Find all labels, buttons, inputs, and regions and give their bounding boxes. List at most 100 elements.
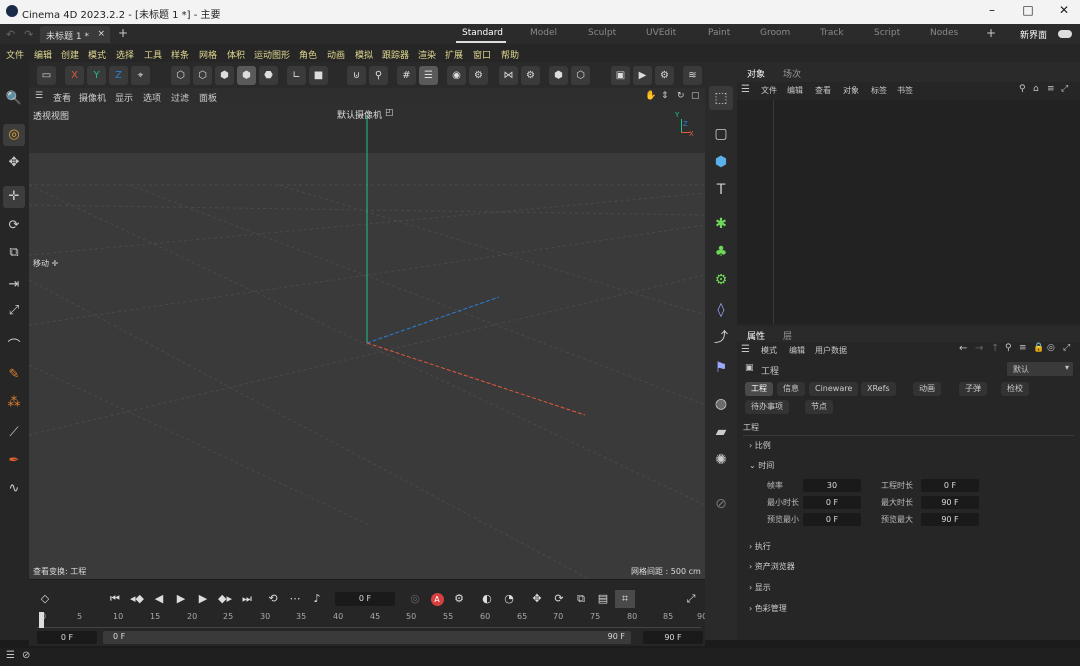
chip-xrefs[interactable]: XRefs bbox=[861, 382, 896, 396]
chip-ca[interactable]: 检校 bbox=[1001, 382, 1029, 396]
field-icon[interactable]: ⚑ bbox=[709, 356, 733, 380]
layout-uvedit[interactable]: UVEdit bbox=[646, 28, 676, 38]
layout-paint[interactable]: Paint bbox=[708, 28, 730, 38]
objects-menu-edit[interactable]: 编辑 bbox=[787, 85, 803, 96]
menu-mograph[interactable]: 运动图形 bbox=[254, 48, 290, 61]
menu-volume[interactable]: 体积 bbox=[227, 48, 245, 61]
objects-menu-icon[interactable]: ☰ bbox=[741, 84, 750, 95]
status-info-icon[interactable]: ⊘ bbox=[22, 650, 30, 661]
text-icon[interactable]: T bbox=[709, 178, 733, 202]
attr-search-icon[interactable]: ⚲ bbox=[1005, 343, 1012, 353]
snap-icon[interactable]: ⊍ bbox=[347, 66, 366, 85]
settings-icon[interactable]: ◎ bbox=[1047, 343, 1055, 353]
dolly-icon[interactable]: ⇕ bbox=[661, 91, 669, 101]
goto-start-button[interactable]: ⏮ bbox=[105, 590, 125, 608]
toggle-switch[interactable] bbox=[1058, 30, 1072, 38]
attributes-menu-mode[interactable]: 模式 bbox=[761, 345, 777, 356]
menu-create[interactable]: 创建 bbox=[61, 48, 79, 61]
back-icon[interactable]: ← bbox=[959, 343, 967, 354]
next-frame-button[interactable]: ▶ bbox=[193, 590, 213, 608]
z-axis-lock[interactable]: Z bbox=[109, 66, 128, 85]
model-mode-icon[interactable]: ▭ bbox=[37, 66, 56, 85]
menu-spline[interactable]: 样条 bbox=[171, 48, 189, 61]
goto-end-button[interactable]: ⏭ bbox=[237, 590, 257, 608]
timeline-ruler[interactable]: 0 5 10 15 20 25 30 35 40 45 50 55 60 65 … bbox=[37, 612, 707, 628]
add-layout-icon[interactable]: + bbox=[986, 26, 996, 40]
mograph-icon[interactable]: ♣ bbox=[709, 240, 733, 264]
magnet-icon[interactable]: ⌒ bbox=[3, 336, 25, 358]
maximize-view-icon[interactable]: ▢ bbox=[691, 91, 700, 101]
menu-tools[interactable]: 工具 bbox=[144, 48, 162, 61]
group-asset-browser[interactable]: › 资产浏览器 bbox=[749, 561, 795, 572]
render-picture-icon[interactable]: ▶ bbox=[633, 66, 652, 85]
layout-standard[interactable]: Standard bbox=[462, 28, 503, 38]
menu-edit[interactable]: 编辑 bbox=[34, 48, 52, 61]
render-settings-icon[interactable]: ⚙ bbox=[655, 66, 674, 85]
chip-bullet[interactable]: 子弹 bbox=[959, 382, 987, 396]
objects-menu-object[interactable]: 对象 bbox=[843, 85, 859, 96]
scale-icon[interactable]: ⧉ bbox=[3, 242, 25, 264]
pan-icon[interactable]: ✋ bbox=[645, 91, 656, 101]
loop-button[interactable]: ⟲ bbox=[263, 590, 283, 608]
range-end-field[interactable]: 90 F bbox=[643, 631, 703, 644]
render-region-icon[interactable]: ⬚ bbox=[709, 86, 733, 110]
layout-nodes[interactable]: Nodes bbox=[930, 28, 958, 38]
record-keys-button[interactable]: ◎ bbox=[405, 590, 425, 608]
paint-icon[interactable]: ⁂ bbox=[3, 392, 25, 414]
prev-key-button[interactable]: ◂◆ bbox=[127, 590, 147, 608]
group-execute[interactable]: › 执行 bbox=[749, 541, 771, 552]
prev-frame-button[interactable]: ◀ bbox=[149, 590, 169, 608]
layout-sculpt[interactable]: Sculpt bbox=[588, 28, 616, 38]
menu-help[interactable]: 帮助 bbox=[501, 48, 519, 61]
soft-selection-icon[interactable]: ◉ bbox=[447, 66, 466, 85]
knife-icon[interactable]: ✎ bbox=[3, 364, 25, 386]
attributes-menu-edit[interactable]: 编辑 bbox=[789, 345, 805, 356]
points-mode-icon[interactable]: ⬡ bbox=[171, 66, 190, 85]
viewport[interactable]: 透视视图 默认摄像机 ◰ Y Z X 移动 ✛ 查看变换: 工程 网格间距 : … bbox=[29, 105, 705, 579]
group-display[interactable]: › 显示 bbox=[749, 582, 771, 593]
new-window-icon[interactable]: ⤢ bbox=[1063, 343, 1070, 353]
chip-nodes[interactable]: 节点 bbox=[805, 400, 833, 414]
edges-mode-icon[interactable]: ⬡ bbox=[193, 66, 212, 85]
search-icon[interactable]: 🔍 bbox=[3, 88, 25, 110]
key-param-button[interactable]: ▤ bbox=[593, 590, 613, 608]
light-icon[interactable]: ✺ bbox=[709, 448, 733, 472]
motion-record-button[interactable]: ◐ bbox=[477, 590, 497, 608]
tab-layers[interactable]: 层 bbox=[783, 329, 792, 342]
menu-mesh[interactable]: 网格 bbox=[199, 48, 217, 61]
sound-button[interactable]: ♪ bbox=[307, 590, 327, 608]
min-time-field[interactable]: 0 F bbox=[803, 496, 861, 509]
layout-script[interactable]: Script bbox=[874, 28, 900, 38]
viewport-menu-icon[interactable]: ☰ bbox=[35, 91, 43, 101]
live-selection-icon[interactable]: ◎ bbox=[3, 124, 25, 146]
objects-menu-view[interactable]: 查看 bbox=[815, 85, 831, 96]
auto-key-button[interactable]: A bbox=[427, 590, 447, 608]
chip-todo[interactable]: 待办事项 bbox=[745, 400, 789, 414]
tab-takes[interactable]: 场次 bbox=[783, 67, 801, 80]
max-time-field[interactable]: 90 F bbox=[921, 496, 979, 509]
symmetry-icon[interactable]: ⚙ bbox=[469, 66, 488, 85]
file-tab[interactable]: 未标题 1 * × bbox=[40, 26, 110, 43]
range-start-field[interactable]: 0 F bbox=[37, 631, 97, 644]
add-tab-icon[interactable]: + bbox=[118, 26, 128, 40]
lock-icon[interactable]: 🔒 bbox=[1033, 343, 1044, 353]
brush-icon[interactable]: ⟋ bbox=[3, 422, 25, 444]
attr-filter-icon[interactable]: ≡ bbox=[1019, 343, 1027, 353]
viewport-menu-options[interactable]: 选项 bbox=[143, 91, 161, 104]
spline-pen-icon[interactable]: ∿ bbox=[3, 478, 25, 500]
key-settings-button[interactable]: ⚙ bbox=[449, 590, 469, 608]
objects-list[interactable] bbox=[737, 100, 1080, 324]
close-tab-icon[interactable]: × bbox=[97, 29, 105, 39]
menu-character[interactable]: 角色 bbox=[299, 48, 317, 61]
group-time[interactable]: ⌄ 时间 bbox=[749, 460, 774, 471]
forward-icon[interactable]: → bbox=[975, 343, 983, 354]
menu-window[interactable]: 窗口 bbox=[473, 48, 491, 61]
preview-min-field[interactable]: 0 F bbox=[803, 513, 861, 526]
chip-info[interactable]: 信息 bbox=[777, 382, 805, 396]
keyframe-mode-icon[interactable]: ◇ bbox=[35, 590, 55, 608]
project-time-field[interactable]: 0 F bbox=[921, 479, 979, 492]
symmetry-settings-icon[interactable]: ⚙ bbox=[521, 66, 540, 85]
key-pos-button[interactable]: ✥ bbox=[527, 590, 547, 608]
key-scale-button[interactable]: ⧉ bbox=[571, 590, 591, 608]
cube-icon[interactable]: ⬢ bbox=[709, 150, 733, 174]
